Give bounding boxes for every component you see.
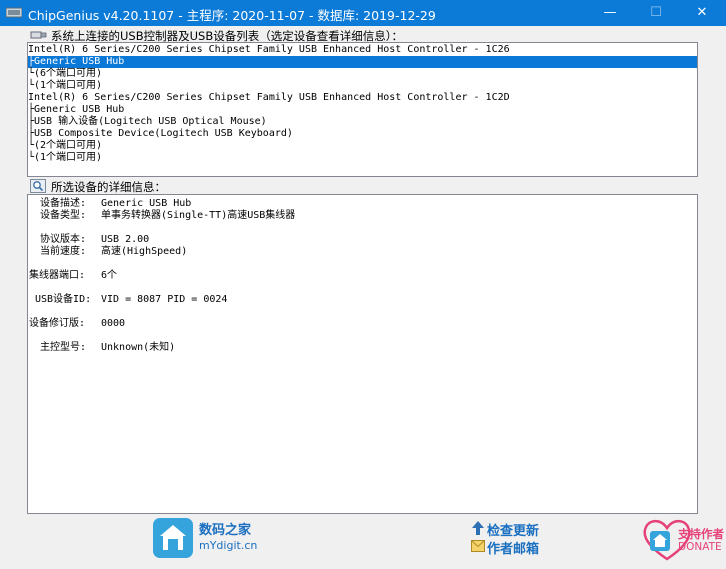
- magnifier-icon: [30, 179, 46, 193]
- maximize-button[interactable]: ☐: [633, 0, 679, 26]
- up-arrow-icon: [472, 521, 484, 535]
- home-icon: [153, 518, 193, 558]
- detail-label-type: 设备类型:: [40, 210, 87, 221]
- detail-value-device-id: VID = 8087 PID = 0024: [101, 294, 228, 305]
- detail-label-revision: 设备修订版:: [29, 318, 86, 329]
- detail-value-speed: 高速(HighSpeed): [101, 246, 188, 257]
- detail-label-description: 设备描述:: [40, 198, 87, 209]
- mydigit-link[interactable]: 数码之家 mYdigit.cn: [152, 517, 272, 559]
- detail-value-description: Generic USB Hub: [101, 198, 192, 209]
- home-icon: [650, 531, 670, 551]
- check-update-link[interactable]: 检查更新: [487, 520, 539, 539]
- tree-item-ports-available[interactable]: └(6个端口可用): [28, 68, 102, 80]
- details-panel[interactable]: 设备描述: Generic USB Hub 设备类型: 单事务转换器(Singl…: [27, 194, 698, 514]
- detail-value-controller-model: Unknown(未知): [101, 342, 176, 353]
- detail-value-hub-ports: 6个: [101, 270, 118, 281]
- detail-label-speed: 当前速度:: [40, 246, 87, 257]
- tree-item-ports-available[interactable]: └(2个端口可用): [28, 140, 102, 152]
- email-author-link[interactable]: 作者邮箱: [487, 538, 539, 557]
- detail-value-protocol: USB 2.00: [101, 234, 150, 245]
- site-name: 数码之家: [199, 523, 252, 538]
- detail-label-hub-ports: 集线器端口:: [29, 270, 86, 281]
- detail-label-device-id: USB设备ID:: [35, 294, 92, 305]
- tree-item-controller-1c2d[interactable]: Intel(R) 6 Series/C200 Series Chipset Fa…: [28, 92, 510, 104]
- detail-label-controller-model: 主控型号:: [40, 342, 87, 353]
- tree-item-ports-available[interactable]: └(1个端口可用): [28, 152, 102, 164]
- site-url: mYdigit.cn: [199, 539, 258, 552]
- tree-item-generic-usb-hub[interactable]: ├Generic USB Hub: [28, 104, 124, 116]
- support-author-label: 支持作者: [678, 527, 724, 541]
- mail-icon: [471, 540, 485, 552]
- device-tree[interactable]: Intel(R) 6 Series/C200 Series Chipset Fa…: [27, 42, 698, 177]
- detail-label-protocol: 协议版本:: [40, 234, 87, 245]
- tree-item-generic-usb-hub-selected[interactable]: ├Generic USB Hub: [28, 56, 697, 68]
- tree-item-ports-available[interactable]: └(1个端口可用): [28, 80, 102, 92]
- details-label: 所选设备的详细信息：: [51, 180, 166, 194]
- tree-item-usb-keyboard[interactable]: ├USB Composite Device(Logitech USB Keybo…: [28, 128, 293, 140]
- detail-value-revision: 0000: [101, 318, 126, 329]
- title-bar[interactable]: ChipGenius v4.20.1107 - 主程序: 2020-11-07 …: [0, 0, 726, 26]
- usb-app-icon: [6, 7, 22, 18]
- detail-value-type: 单事务转换器(Single-TT)高速USB集线器: [101, 210, 296, 221]
- window-title: ChipGenius v4.20.1107 - 主程序: 2020-11-07 …: [28, 8, 436, 23]
- minimize-button[interactable]: —: [587, 0, 633, 26]
- tree-item-usb-mouse[interactable]: ├USB 输入设备(Logitech USB Optical Mouse): [28, 116, 267, 128]
- donate-label: DONATE: [678, 541, 722, 553]
- tree-item-controller-1c26[interactable]: Intel(R) 6 Series/C200 Series Chipset Fa…: [28, 44, 510, 56]
- donate-button[interactable]: 支持作者 DONATE: [640, 517, 724, 561]
- close-button[interactable]: ✕: [679, 0, 725, 26]
- usb-plug-icon: [30, 31, 47, 39]
